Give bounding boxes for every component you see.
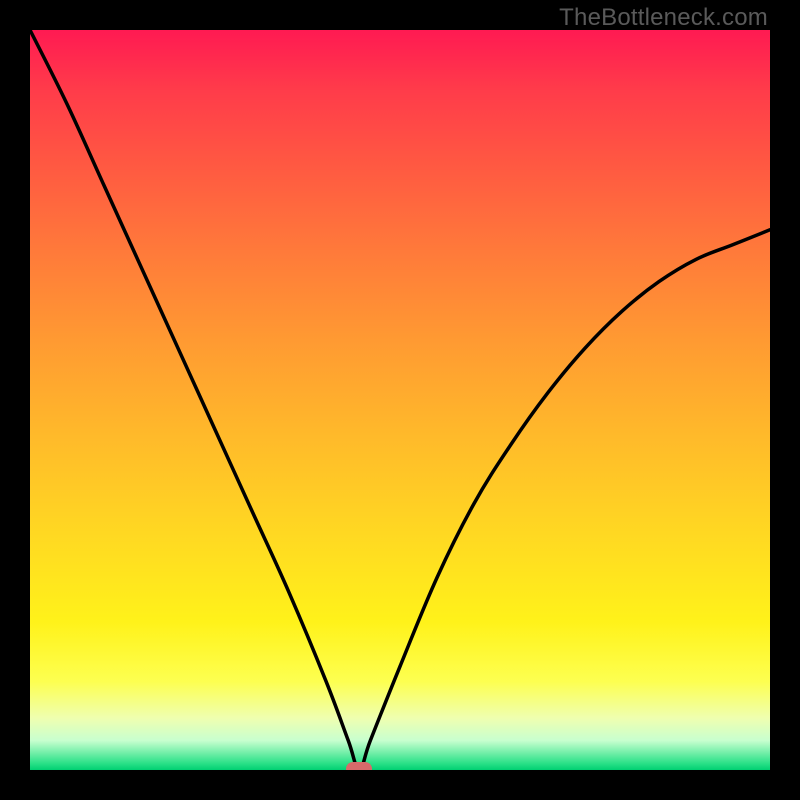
plot-area — [30, 30, 770, 770]
chart-frame: TheBottleneck.com — [0, 0, 800, 800]
attribution-text: TheBottleneck.com — [559, 4, 768, 32]
optimum-marker — [346, 762, 372, 770]
bottleneck-curve — [30, 30, 770, 770]
